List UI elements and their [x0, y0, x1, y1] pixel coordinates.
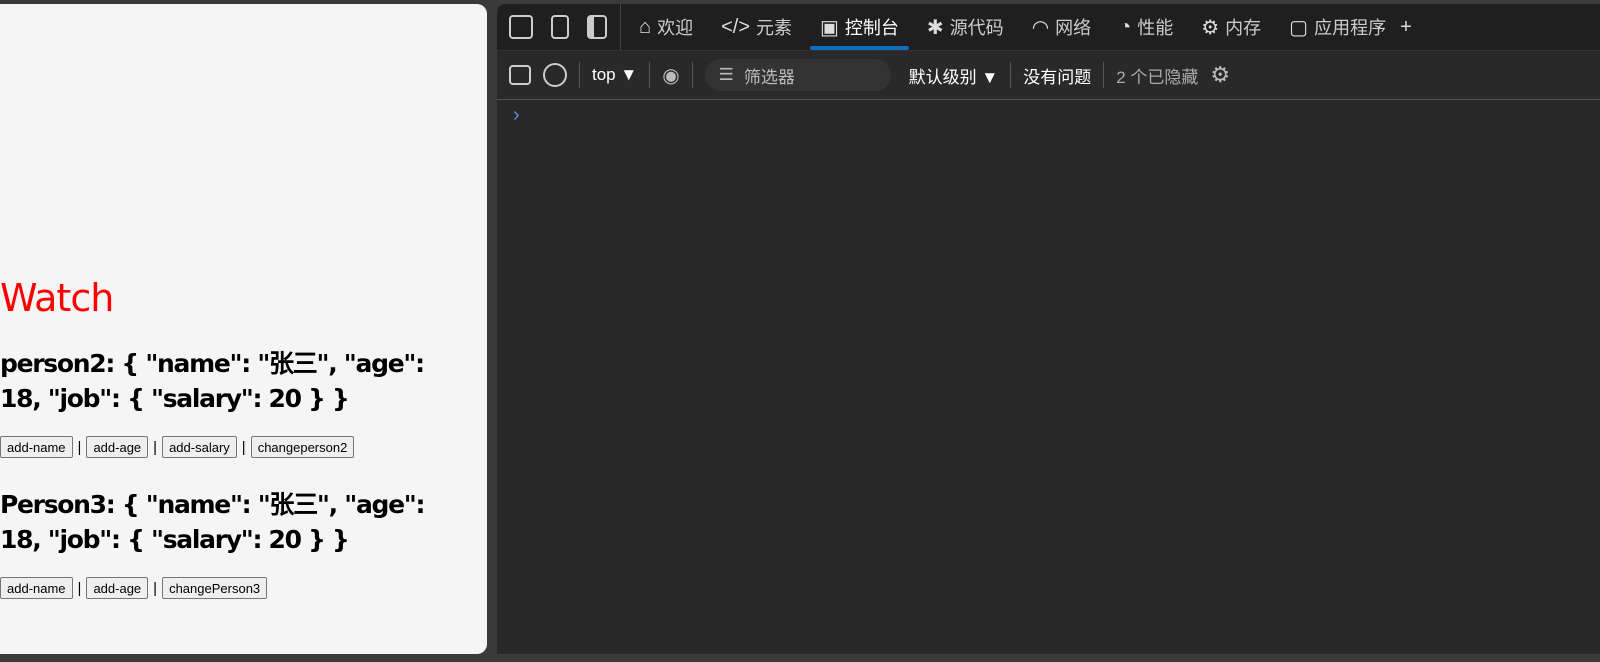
- tab-label: 控制台: [844, 18, 899, 38]
- bug-icon: ✱: [926, 16, 944, 39]
- person2-display: person2: { "name": "张三", "age": 18, "job…: [0, 349, 425, 413]
- gauge-icon: ◔: [1119, 15, 1132, 38]
- divider: [579, 62, 580, 88]
- tab-network[interactable]: ◠ 网络: [1018, 4, 1105, 50]
- tab-elements[interactable]: </> 元素: [707, 4, 806, 50]
- person3-display: Person3: { "name": "张三", "age": 18, "job…: [0, 490, 426, 554]
- devtools-tab-bar: ⌂ 欢迎 </> 元素 ▣ 控制台 ✱ 源代码 ◠ 网络 ◔ 性能 ⚙ 内存 ▢ 应用程序 +: [497, 4, 1600, 50]
- change-person3-button[interactable]: changePerson3: [162, 577, 268, 599]
- console-prompt-icon[interactable]: ›: [513, 104, 520, 127]
- divider: [1010, 62, 1012, 88]
- home-icon: ⌂: [639, 15, 652, 38]
- dock-side-icon[interactable]: [587, 15, 607, 39]
- caret-down-icon: ▼: [981, 67, 999, 87]
- person3-add-name-button[interactable]: add-name: [0, 577, 73, 599]
- person3-add-age-button[interactable]: add-age: [86, 577, 149, 599]
- separator: |: [77, 438, 82, 456]
- console-icon: ▣: [820, 16, 839, 39]
- tab-sources[interactable]: ✱ 源代码: [913, 4, 1018, 50]
- filter-input[interactable]: ☰ 筛选器: [704, 59, 891, 91]
- sidebar-toggle-icon[interactable]: [509, 65, 531, 85]
- tab-performance[interactable]: ◔ 性能: [1105, 4, 1187, 50]
- separator: |: [153, 579, 158, 597]
- tab-label: 源代码: [949, 18, 1004, 38]
- context-selector[interactable]: top ▼: [592, 65, 637, 85]
- person2-add-name-button[interactable]: add-name: [0, 436, 73, 458]
- log-level-dropdown[interactable]: 默认级别 ▼: [909, 63, 999, 88]
- clear-console-icon[interactable]: [543, 63, 567, 87]
- tab-label: 网络: [1055, 18, 1092, 38]
- hidden-count: 2 个已隐藏: [1116, 67, 1199, 87]
- page-title: Watch: [0, 276, 114, 320]
- separator: |: [77, 579, 82, 597]
- tab-label: 内存: [1225, 18, 1262, 38]
- person2-add-salary-button[interactable]: add-salary: [162, 436, 237, 458]
- tab-label: 元素: [756, 18, 793, 38]
- change-person2-button[interactable]: changeperson2: [250, 436, 355, 458]
- person2-add-age-button[interactable]: add-age: [86, 436, 149, 458]
- divider: [691, 62, 693, 88]
- code-icon: </>: [721, 15, 751, 38]
- separator: |: [241, 438, 246, 456]
- eye-icon[interactable]: ◉: [662, 63, 679, 88]
- issues-button[interactable]: 没有问题: [1023, 63, 1091, 88]
- filter-icon: ☰: [718, 65, 734, 84]
- tab-application[interactable]: ▢ 应用程序: [1275, 4, 1400, 50]
- more-tabs-button[interactable]: +: [1400, 16, 1412, 39]
- device-emulation-icon[interactable]: [551, 15, 569, 39]
- wifi-icon: ◠: [1031, 16, 1050, 39]
- divider: [1103, 62, 1105, 88]
- chip-icon: ⚙: [1201, 16, 1220, 39]
- tab-label: 性能: [1137, 18, 1174, 38]
- tab-console[interactable]: ▣ 控制台: [806, 4, 913, 50]
- page-preview: Watch person2: { "name": "张三", "age": 18…: [0, 4, 487, 654]
- tab-label: 欢迎: [657, 18, 694, 38]
- divider: [649, 62, 651, 88]
- devtools-panel: ⌂ 欢迎 </> 元素 ▣ 控制台 ✱ 源代码 ◠ 网络 ◔ 性能 ⚙ 内存 ▢ 应用程序 + …: [497, 4, 1600, 654]
- tab-label: 应用程序: [1314, 18, 1387, 38]
- log-level-label: 默认级别: [908, 67, 977, 87]
- settings-gear-icon[interactable]: ⚙: [1210, 62, 1230, 88]
- filter-placeholder: 筛选器: [743, 67, 795, 87]
- tab-welcome[interactable]: ⌂ 欢迎: [625, 4, 707, 50]
- divider: [620, 4, 621, 50]
- tab-memory[interactable]: ⚙ 内存: [1187, 4, 1275, 50]
- caret-down-icon: ▼: [620, 65, 638, 84]
- inspect-icon[interactable]: [509, 15, 533, 39]
- separator: |: [153, 438, 158, 456]
- console-toolbar: top ▼ ◉ ☰ 筛选器 默认级别 ▼ 没有问题 2 个已隐藏 ⚙: [497, 50, 1600, 100]
- app-icon: ▢: [1289, 16, 1309, 39]
- context-label: top: [592, 65, 616, 84]
